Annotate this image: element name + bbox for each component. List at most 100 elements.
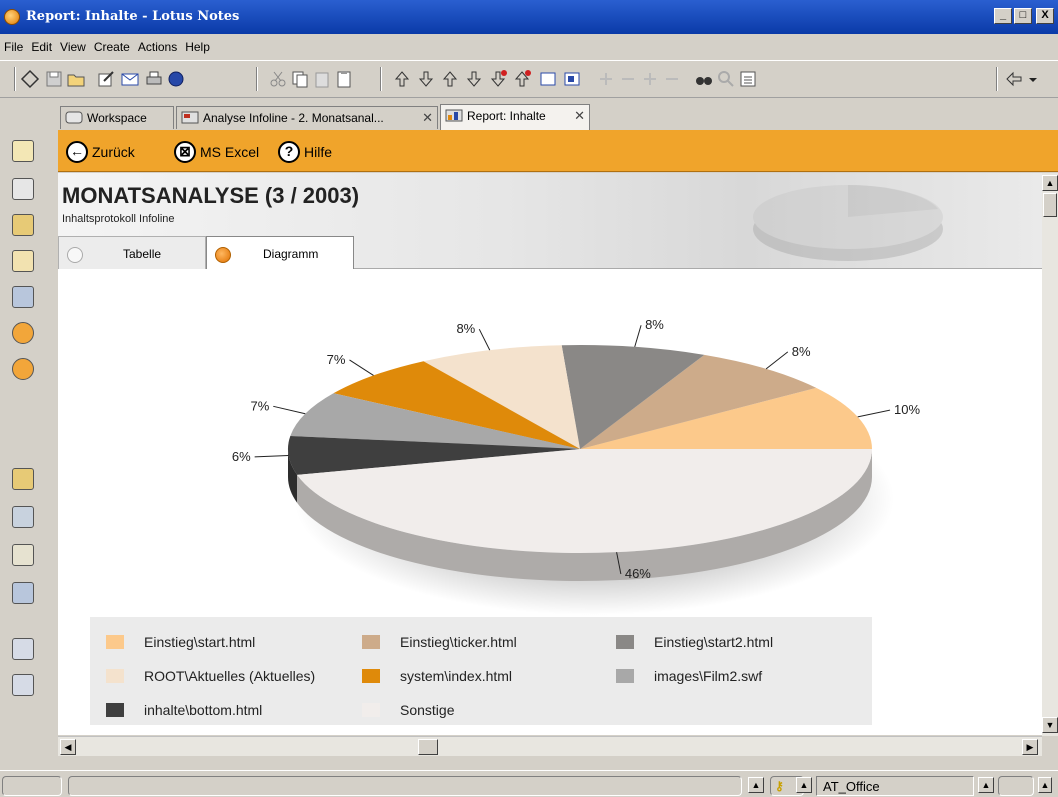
collapse-icon[interactable] — [662, 69, 682, 89]
arrow-down-icon[interactable] — [464, 69, 484, 89]
location-menu-icon[interactable]: ▲ — [978, 777, 994, 793]
status-up-icon[interactable]: ▲ — [748, 777, 764, 793]
scroll-left-icon[interactable]: ◀ — [60, 739, 76, 755]
scroll-thumb[interactable] — [1043, 193, 1057, 217]
tab-label: Analyse Infoline - 2. Monatsanal... — [203, 111, 384, 125]
header-decoration-pie-icon — [753, 185, 943, 261]
notes-bookmark-icon[interactable] — [12, 674, 34, 696]
print-icon[interactable] — [144, 69, 164, 89]
folder-bookmark-icon[interactable] — [12, 506, 34, 528]
expand-down-icon[interactable] — [416, 69, 436, 89]
arrow-up-icon[interactable] — [440, 69, 460, 89]
save-icon[interactable] — [44, 69, 64, 89]
help-button[interactable]: ? Hilfe — [278, 141, 332, 163]
menu-create[interactable]: Create — [90, 38, 134, 54]
properties-icon[interactable] — [738, 69, 758, 89]
close-tab-icon[interactable]: ✕ — [574, 108, 585, 124]
report-content: MONATSANALYSE (3 / 2003) Inhaltsprotokol… — [58, 173, 1042, 735]
excel-label: MS Excel — [200, 144, 260, 160]
copy-icon[interactable] — [290, 69, 310, 89]
legend-swatch — [616, 669, 634, 683]
tab-report-inhalte[interactable]: Report: Inhalte ✕ — [440, 104, 590, 130]
back-dropdown-icon[interactable] — [1026, 69, 1040, 89]
back-arrow-icon: ← — [66, 141, 88, 163]
favorites-bookmark-icon[interactable] — [12, 468, 34, 490]
inbox-menu-icon[interactable]: ▲ — [1038, 777, 1052, 793]
legend-label: ROOT\Aktuelles (Aktuelles) — [144, 668, 316, 684]
restore-button[interactable]: □ — [1014, 8, 1032, 24]
location-selector[interactable]: AT_Office — [816, 776, 974, 796]
report-header: MONATSANALYSE (3 / 2003) Inhaltsprotokol… — [58, 173, 1042, 269]
window-title: Report: Inhalte - Lotus Notes — [26, 9, 240, 24]
legend-label: Einstieg\ticker.html — [400, 634, 517, 650]
toolbar-separator — [256, 67, 258, 91]
menu-edit[interactable]: Edit — [27, 38, 56, 54]
legend-label: Einstieg\start2.html — [654, 634, 774, 650]
navigate-main-icon[interactable] — [562, 69, 582, 89]
tab-diagramm[interactable]: Diagramm — [206, 236, 354, 269]
scroll-up-icon[interactable]: ▲ — [1042, 175, 1058, 191]
data-label: 10% — [894, 402, 920, 417]
back-button[interactable]: ← Zurück — [66, 141, 135, 163]
help-bookmark-icon[interactable] — [12, 358, 34, 380]
data-label: 8% — [645, 317, 664, 332]
calendar-bookmark-icon[interactable] — [12, 178, 34, 200]
tab-tabelle[interactable]: Tabelle — [58, 236, 206, 269]
close-tab-icon[interactable]: ✕ — [422, 110, 433, 126]
cut-icon[interactable] — [268, 69, 288, 89]
collapse-all-icon[interactable] — [618, 69, 638, 89]
prev-unread-icon[interactable] — [512, 69, 532, 89]
clipboard-icon[interactable] — [334, 69, 354, 89]
menu-view[interactable]: View — [56, 38, 90, 54]
action-bar: ← Zurück ⊠ MS Excel ? Hilfe — [58, 130, 1058, 172]
radio-icon — [67, 247, 83, 263]
magnify-icon[interactable] — [716, 69, 736, 89]
horizontal-scrollbar[interactable]: ◀ ▶ — [58, 736, 1042, 756]
todo-bookmark-icon[interactable] — [12, 250, 34, 272]
menu-bar: File Edit View Create Actions Help — [0, 38, 1058, 58]
leader-line — [765, 351, 789, 370]
navigate-parent-icon[interactable] — [538, 69, 558, 89]
next-unread-icon[interactable] — [488, 69, 508, 89]
folder-bookmark-icon[interactable] — [12, 544, 34, 566]
globe-icon[interactable] — [166, 69, 186, 89]
location-up-icon[interactable]: ▲ — [796, 777, 812, 793]
mail-icon[interactable] — [120, 69, 140, 89]
replicator-bookmark-icon[interactable] — [12, 322, 34, 344]
tab-label: Workspace — [87, 111, 147, 125]
scroll-right-icon[interactable]: ▶ — [1022, 739, 1038, 755]
paste-icon[interactable] — [312, 69, 332, 89]
status-bar: ▲ ⚷ ▲ AT_Office ▲ ▲ — [0, 770, 1058, 797]
ms-excel-button[interactable]: ⊠ MS Excel — [174, 141, 259, 163]
help-label: Hilfe — [304, 144, 333, 160]
close-button[interactable]: X — [1036, 8, 1054, 24]
collapse-up-icon[interactable] — [392, 69, 412, 89]
expand-all-icon[interactable] — [596, 69, 616, 89]
databases-bookmark-icon[interactable] — [12, 286, 34, 308]
back-arrow-icon[interactable] — [1004, 69, 1024, 89]
legend-swatch — [362, 669, 380, 683]
search-binoculars-icon[interactable] — [694, 69, 714, 89]
scroll-thumb[interactable] — [418, 739, 438, 755]
scroll-down-icon[interactable]: ▼ — [1042, 717, 1058, 733]
expand-icon[interactable] — [640, 69, 660, 89]
inbox-icon[interactable] — [998, 776, 1034, 796]
vertical-scrollbar[interactable]: ▲ ▼ — [1042, 173, 1058, 736]
leader-line — [254, 455, 289, 458]
open-folder-icon[interactable] — [66, 69, 86, 89]
tab-analyse-infoline[interactable]: Analyse Infoline - 2. Monatsanal... ✕ — [176, 106, 438, 129]
mail-bookmark-icon[interactable] — [12, 140, 34, 162]
address-book-bookmark-icon[interactable] — [12, 214, 34, 236]
menu-file[interactable]: File — [0, 38, 27, 54]
tab-workspace[interactable]: Workspace — [60, 106, 174, 129]
data-label: 8% — [456, 321, 475, 336]
menu-actions[interactable]: Actions — [134, 38, 181, 54]
refresh-icon[interactable] — [20, 69, 40, 89]
databases-bookmark-icon[interactable] — [12, 582, 34, 604]
minimize-button[interactable]: _ — [994, 8, 1012, 24]
tab-tabelle-label: Tabelle — [123, 247, 162, 261]
bookmark-bar — [0, 100, 48, 770]
internet-bookmark-icon[interactable] — [12, 638, 34, 660]
edit-icon[interactable] — [96, 69, 116, 89]
menu-help[interactable]: Help — [181, 38, 214, 54]
